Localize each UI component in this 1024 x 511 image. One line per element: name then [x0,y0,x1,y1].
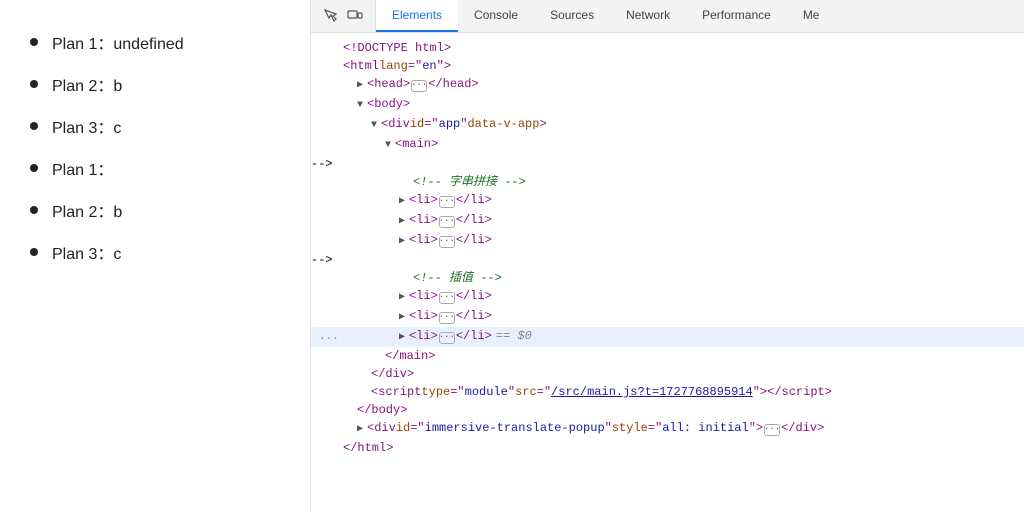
li4-ellipsis[interactable]: ··· [439,292,455,304]
list-item-text: Plan 2：b [52,198,122,222]
code-line-script[interactable]: <script type="module" src="/src/main.js?… [311,383,1024,401]
tab-network[interactable]: Network [610,0,686,32]
devtools-tabs: Elements Console Sources Network Perform… [376,0,835,32]
code-area[interactable]: <!DOCTYPE html> <html lang="en"> ▶ <head… [311,33,1024,511]
list-item-text: Plan 3：c [52,114,121,138]
code-line-head[interactable]: ▶ <head> ··· </head> [311,75,1024,95]
expand-body-arrow[interactable]: ▼ [357,97,367,115]
code-line-main-open[interactable]: ▼ <main> [311,135,1024,155]
left-panel: Plan 1：undefined Plan 2：b Plan 3：c Plan … [0,0,310,511]
selected-indicator: == $0 [496,327,532,345]
bullet-icon [30,164,38,172]
device-toggle-icon[interactable] [346,7,364,25]
immersive-ellipsis[interactable]: ··· [764,424,780,436]
list-item-text: Plan 1： [52,156,113,180]
list-item: Plan 3：c [30,240,290,264]
code-line-doctype[interactable]: <!DOCTYPE html> [311,39,1024,57]
code-line-html-close[interactable]: </html> [311,439,1024,457]
list-item-text: Plan 3：c [52,240,121,264]
toolbar-icons [311,0,376,32]
list-item-text: Plan 2：b [52,72,122,96]
list-item: Plan 1：undefined [30,30,290,54]
list-item: Plan 1： [30,156,290,180]
tab-elements[interactable]: Elements [376,0,458,32]
li6-ellipsis[interactable]: ··· [439,332,455,344]
list-item: Plan 3：c [30,114,290,138]
expand-li2-arrow[interactable]: ▶ [399,213,409,231]
list-item: Plan 2：b [30,198,290,222]
code-line-li-1[interactable]: ▶ <li> ··· </li> [311,191,1024,211]
li1-ellipsis[interactable]: ··· [439,196,455,208]
expand-li5-arrow[interactable]: ▶ [399,309,409,327]
expand-div-app-arrow[interactable]: ▼ [371,117,381,135]
code-line-comment-concat[interactable]: <!-- 字串拼接 --> [311,173,1024,191]
code-line-body-close[interactable]: </body> [311,401,1024,419]
expand-li4-arrow[interactable]: ▶ [399,289,409,307]
code-line-div-close[interactable]: </div> [311,365,1024,383]
li3-ellipsis[interactable]: ··· [439,236,455,248]
list-item-text: Plan 1：undefined [52,30,184,54]
tab-sources[interactable]: Sources [534,0,610,32]
code-line-li-2[interactable]: ▶ <li> ··· </li> [311,211,1024,231]
code-line-html-open[interactable]: <html lang="en"> [311,57,1024,75]
tab-console[interactable]: Console [458,0,534,32]
code-line-div-immersive[interactable]: ▶ <div id="immersive-translate-popup" st… [311,419,1024,439]
tab-performance[interactable]: Performance [686,0,787,32]
li2-ellipsis[interactable]: ··· [439,216,455,228]
li5-ellipsis[interactable]: ··· [439,312,455,324]
bullet-icon [30,248,38,256]
code-line-li-4[interactable]: ▶ <li> ··· </li> [311,287,1024,307]
inspect-element-icon[interactable] [322,7,340,25]
bullet-icon [30,122,38,130]
code-line-li-6-selected[interactable]: ... ▶ <li> ··· </li> == $0 [311,327,1024,347]
code-line-main-close[interactable]: </main> [311,347,1024,365]
code-line-div-app[interactable]: ▼ <div id="app" data-v-app> [311,115,1024,135]
expand-immersive-arrow[interactable]: ▶ [357,421,367,439]
code-line-li-3[interactable]: ▶ <li> ··· </li> [311,231,1024,251]
expand-li3-arrow[interactable]: ▶ [399,233,409,251]
bullet-icon [30,206,38,214]
tab-more[interactable]: Me [787,0,836,32]
bullet-icon [30,80,38,88]
code-line-li-5[interactable]: ▶ <li> ··· </li> [311,307,1024,327]
devtools-panel: Elements Console Sources Network Perform… [310,0,1024,511]
code-line-comment-insert[interactable]: <!-- 插值 --> [311,269,1024,287]
head-ellipsis[interactable]: ··· [411,80,427,92]
bullet-icon [30,38,38,46]
expand-li1-arrow[interactable]: ▶ [399,193,409,211]
devtools-toolbar: Elements Console Sources Network Perform… [311,0,1024,33]
script-src-link[interactable]: /src/main.js?t=1727768895914 [551,383,753,401]
code-line-body-open[interactable]: ▼ <body> [311,95,1024,115]
expand-main-arrow[interactable]: ▼ [385,137,395,155]
list-item: Plan 2：b [30,72,290,96]
expand-li6-arrow[interactable]: ▶ [399,329,409,347]
expand-head-arrow[interactable]: ▶ [357,77,367,95]
